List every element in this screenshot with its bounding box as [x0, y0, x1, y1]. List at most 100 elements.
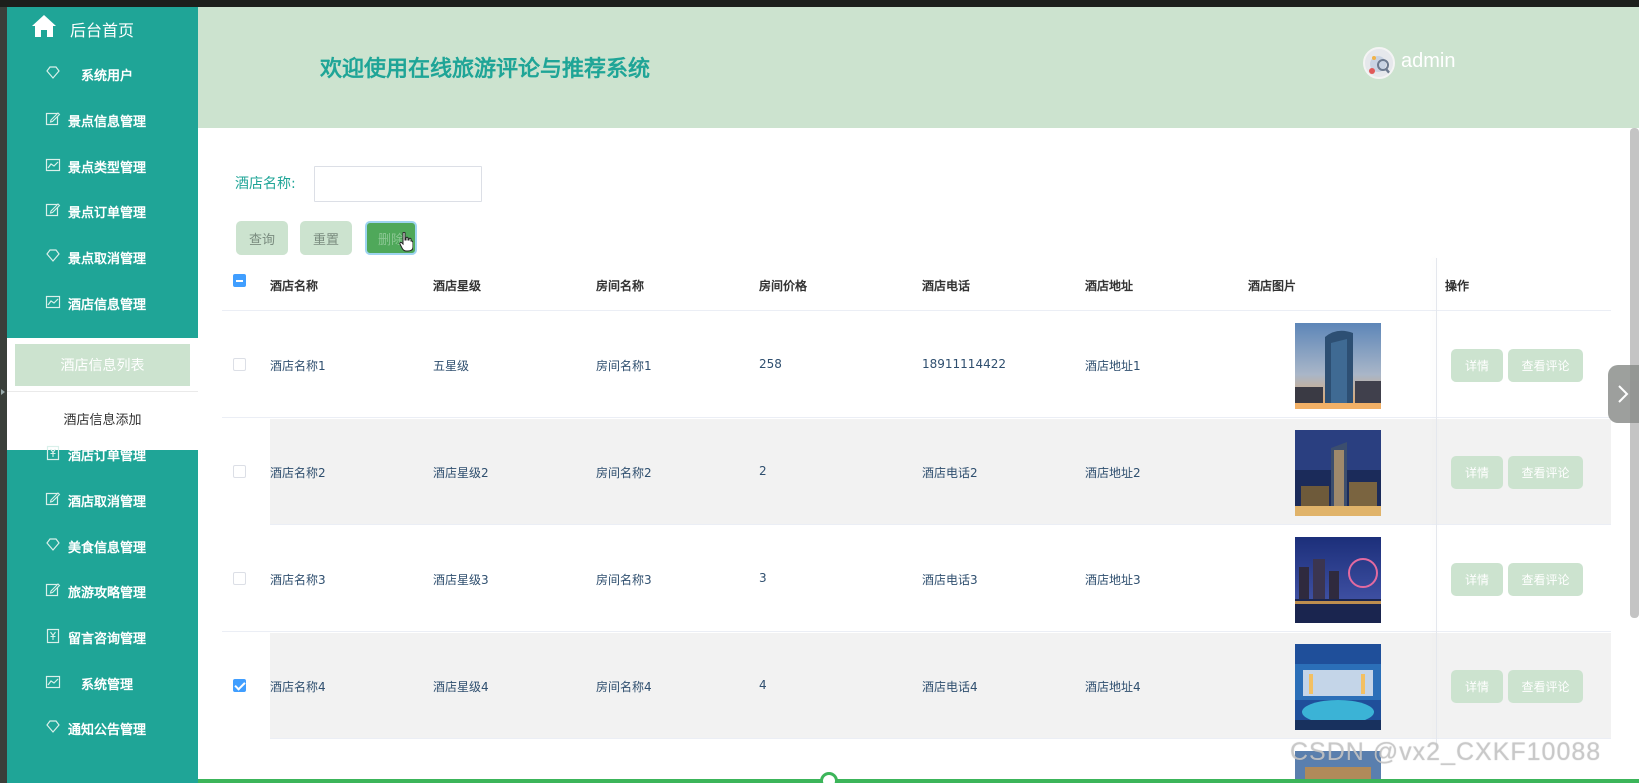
hotel-star-cell: 酒店星级2	[433, 466, 489, 480]
chevron-right-icon	[1618, 385, 1629, 403]
hotel-name-search-input[interactable]	[314, 166, 482, 202]
table-row[interactable]: 酒店名称3 酒店星级3 房间名称3 3 酒店电话3 酒店地址3 详情 查看评论	[222, 526, 1611, 632]
hotel-address-cell: 酒店地址1	[1085, 359, 1141, 373]
sidebar: 后台首页 系统用户 景点信息管理 景点类型管理 景点订单管理 景点取消管理 酒店…	[7, 7, 198, 783]
hotel-name-cell: 酒店名称1	[270, 359, 326, 373]
detail-button[interactable]: 详情	[1451, 670, 1503, 703]
hotel-image[interactable]	[1295, 537, 1381, 623]
row-checkbox[interactable]	[233, 358, 246, 371]
row-checkbox[interactable]	[233, 465, 246, 478]
watermark: CSDN @vx2_CXKF10088	[1290, 738, 1602, 766]
sidebar-item-label: 景点取消管理	[68, 252, 147, 267]
progress-handle[interactable]	[820, 772, 838, 783]
submenu-divider	[7, 391, 198, 392]
table-row[interactable]: 酒店名称2 酒店星级2 房间名称2 2 酒店电话2 酒店地址2 详情 查看评论	[222, 419, 1611, 525]
sidebar-item-system-users[interactable]: 系统用户	[7, 53, 198, 93]
hotel-address-cell: 酒店地址4	[1085, 680, 1141, 694]
home-icon	[32, 15, 56, 37]
hotel-address-cell: 酒店地址3	[1085, 573, 1141, 587]
sidebar-item-hotel-cancel[interactable]: 酒店取消管理	[7, 479, 198, 519]
edit-icon	[45, 492, 61, 506]
reset-button[interactable]: 重置	[300, 221, 352, 255]
view-comments-button[interactable]: 查看评论	[1508, 563, 1583, 596]
room-name-cell: 房间名称1	[596, 359, 652, 373]
fixed-column-divider	[1436, 258, 1437, 748]
diamond-icon	[46, 538, 60, 551]
sidebar-item-system[interactable]: 系统管理	[7, 662, 198, 702]
sidebar-item-scenic-cancel[interactable]: 景点取消管理	[7, 236, 198, 276]
hotel-name-cell: 酒店名称3	[270, 573, 326, 587]
hotel-phone-cell: 18911114422	[922, 357, 1006, 371]
hotel-phone-cell: 酒店电话2	[922, 466, 978, 480]
yen-icon	[46, 445, 60, 461]
yen-icon	[46, 628, 60, 644]
sidebar-item-scenic-info[interactable]: 景点信息管理	[7, 99, 198, 139]
select-all-checkbox[interactable]	[233, 274, 246, 287]
room-price-cell: 3	[759, 571, 767, 585]
hotel-phone-cell: 酒店电话4	[922, 680, 978, 694]
sidebar-item-label: 酒店信息管理	[68, 298, 147, 313]
query-button[interactable]: 查询	[236, 221, 288, 255]
column-header: 房间价格	[759, 279, 808, 293]
view-comments-button[interactable]: 查看评论	[1508, 349, 1583, 382]
table-row[interactable]: 酒店名称1 五星级 房间名称1 258 18911114422 酒店地址1 详情…	[222, 312, 1611, 418]
sidebar-item-scenic-type[interactable]: 景点类型管理	[7, 145, 198, 185]
checkbox-cell	[222, 633, 270, 739]
column-header: 房间名称	[596, 279, 645, 293]
submenu-item-hotel-list[interactable]: 酒店信息列表	[15, 344, 190, 386]
column-header: 酒店电话	[922, 279, 971, 293]
table-row[interactable]: 酒店名称4 酒店星级4 房间名称4 4 酒店电话4 酒店地址4 详情 查看评论	[222, 633, 1611, 739]
edit-icon	[45, 583, 61, 597]
edit-icon	[45, 203, 61, 217]
detail-button[interactable]: 详情	[1451, 349, 1503, 382]
sidebar-item-food-info[interactable]: 美食信息管理	[7, 525, 198, 565]
column-header: 酒店名称	[270, 279, 319, 293]
hand-cursor-icon	[399, 232, 413, 252]
sidebar-item-label: 通知公告管理	[68, 723, 147, 738]
username[interactable]: admin	[1401, 50, 1455, 73]
view-comments-button[interactable]: 查看评论	[1508, 456, 1583, 489]
sidebar-item-label: 景点订单管理	[68, 206, 147, 221]
expand-arrow-icon[interactable]	[1, 389, 5, 395]
sidebar-item-hotel-order[interactable]: 酒店订单管理	[7, 433, 198, 473]
window-top-bar	[0, 0, 1639, 7]
hotel-name-cell: 酒店名称2	[270, 466, 326, 480]
hotel-image[interactable]	[1295, 644, 1381, 730]
column-header: 酒店星级	[433, 279, 482, 293]
diamond-icon	[46, 720, 60, 733]
sidebar-item-notice[interactable]: 通知公告管理	[7, 707, 198, 747]
room-name-cell: 房间名称2	[596, 466, 652, 480]
column-header: 酒店地址	[1085, 279, 1134, 293]
sidebar-item-label: 美食信息管理	[68, 541, 147, 556]
sidebar-item-hotel-info[interactable]: 酒店信息管理	[7, 282, 198, 322]
sidebar-item-label: 系统用户	[81, 69, 134, 84]
detail-button[interactable]: 详情	[1451, 563, 1503, 596]
sidebar-item-message[interactable]: 留言咨询管理	[7, 616, 198, 656]
sidebar-item-label: 酒店订单管理	[68, 449, 147, 464]
page-title: 欢迎使用在线旅游评论与推荐系统	[320, 57, 651, 82]
sidebar-item-travel-guide[interactable]: 旅游攻略管理	[7, 570, 198, 610]
row-checkbox[interactable]	[233, 572, 246, 585]
table-header: 酒店名称 酒店星级 房间名称 房间价格 酒店电话 酒店地址 酒店图片 操作	[222, 258, 1611, 311]
avatar[interactable]	[1363, 47, 1395, 79]
sidebar-item-label: 酒店取消管理	[68, 495, 147, 510]
column-header: 操作	[1445, 279, 1470, 293]
row-checkbox[interactable]	[233, 679, 246, 692]
room-name-cell: 房间名称4	[596, 680, 652, 694]
hotel-image[interactable]	[1295, 323, 1381, 409]
sidebar-item-label: 景点信息管理	[68, 115, 147, 130]
chart-icon	[45, 295, 61, 309]
side-panel-toggle[interactable]	[1608, 365, 1639, 423]
hotel-image[interactable]	[1295, 430, 1381, 516]
sidebar-item-scenic-order[interactable]: 景点订单管理	[7, 190, 198, 230]
header: 欢迎使用在线旅游评论与推荐系统 admin	[198, 7, 1639, 128]
hotel-phone-cell: 酒店电话3	[922, 573, 978, 587]
sidebar-home[interactable]: 后台首页	[7, 7, 198, 47]
column-header: 酒店图片	[1248, 279, 1297, 293]
hotel-star-cell: 酒店星级4	[433, 680, 489, 694]
progress-bar	[198, 779, 1639, 783]
view-comments-button[interactable]: 查看评论	[1508, 670, 1583, 703]
detail-button[interactable]: 详情	[1451, 456, 1503, 489]
room-price-cell: 4	[759, 678, 767, 692]
checkbox-cell	[222, 419, 270, 525]
